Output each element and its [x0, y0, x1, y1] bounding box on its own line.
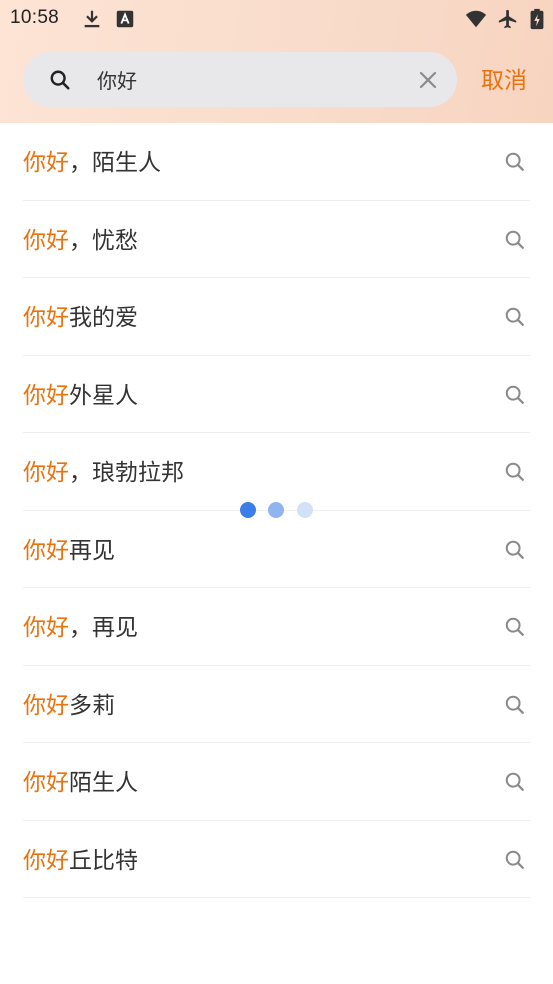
suggestion-highlight: 你好 — [23, 149, 69, 175]
suggestion-highlight: 你好 — [23, 846, 69, 873]
suggestion-rest: 再见 — [69, 536, 115, 563]
suggestion-rest: ，忧愁 — [69, 226, 138, 253]
download-icon — [81, 8, 103, 30]
loading-dot — [297, 502, 313, 518]
list-item[interactable]: 你好陌生人 — [23, 743, 530, 821]
wifi-icon — [464, 8, 488, 30]
list-item[interactable]: 你好，陌生人 — [23, 123, 530, 201]
a-box-icon — [114, 8, 136, 30]
suggestion-text: 你好外星人 — [23, 379, 138, 411]
suggestion-text: 你好，再见 — [23, 611, 138, 643]
suggestion-text: 你好丘比特 — [23, 844, 138, 876]
status-bar: 10:58 — [0, 0, 553, 37]
status-time: 10:58 — [10, 7, 60, 28]
suggestion-text: 你好多莉 — [23, 689, 115, 721]
close-icon[interactable] — [418, 70, 438, 90]
suggestion-text: 你好，琅勃拉邦 — [23, 456, 184, 488]
suggestion-rest: ，陌生人 — [69, 149, 161, 175]
suggestion-text: 你好，忧愁 — [23, 224, 138, 256]
suggestion-rest: 多莉 — [69, 691, 115, 718]
suggestion-highlight: 你好 — [23, 304, 69, 330]
airplane-icon — [497, 8, 519, 30]
search-icon — [49, 69, 71, 91]
battery-charging-icon — [528, 8, 546, 30]
suggestion-rest: 陌生人 — [69, 769, 138, 795]
suggestion-text: 你好，陌生人 — [23, 146, 161, 178]
suggestion-text: 你好我的爱 — [23, 301, 138, 333]
suggestion-rest: 我的爱 — [69, 304, 138, 330]
list-item[interactable]: 你好，再见 — [23, 588, 530, 666]
search-icon — [504, 771, 526, 793]
suggestion-rest: 外星人 — [69, 381, 138, 408]
list-item[interactable]: 你好再见 — [23, 511, 530, 588]
suggestion-highlight: 你好 — [23, 769, 69, 795]
list-item[interactable]: 你好我的爱 — [23, 278, 530, 356]
suggestion-highlight: 你好 — [23, 459, 69, 485]
search-icon — [504, 306, 526, 328]
suggestion-highlight: 你好 — [23, 536, 69, 563]
suggestion-rest: ，再见 — [69, 614, 138, 640]
list-item[interactable]: 你好丘比特 — [23, 821, 530, 898]
search-icon — [504, 384, 526, 406]
list-item[interactable]: 你好外星人 — [23, 356, 530, 433]
search-icon — [504, 461, 526, 483]
suggestion-rest: 丘比特 — [69, 846, 138, 873]
suggestion-highlight: 你好 — [23, 226, 69, 253]
header-area: 10:58 取消 — [0, 0, 553, 123]
search-bar[interactable] — [23, 52, 457, 107]
suggestion-highlight: 你好 — [23, 381, 69, 408]
cancel-button[interactable]: 取消 — [481, 64, 527, 96]
list-item[interactable]: 你好多莉 — [23, 666, 530, 743]
loading-indicator — [240, 502, 314, 518]
search-icon — [504, 616, 526, 638]
suggestion-text: 你好再见 — [23, 534, 115, 566]
loading-dot — [240, 502, 256, 518]
list-item[interactable]: 你好，琅勃拉邦 — [23, 433, 530, 511]
search-icon — [504, 849, 526, 871]
search-icon — [504, 151, 526, 173]
suggestion-text: 你好陌生人 — [23, 766, 138, 798]
search-icon — [504, 694, 526, 716]
suggestion-highlight: 你好 — [23, 614, 69, 640]
search-icon — [504, 229, 526, 251]
suggestion-highlight: 你好 — [23, 691, 69, 718]
search-icon — [504, 539, 526, 561]
loading-dot — [268, 502, 284, 518]
list-item[interactable]: 你好，忧愁 — [23, 201, 530, 278]
search-input[interactable] — [97, 62, 397, 97]
suggestion-rest: ，琅勃拉邦 — [69, 459, 184, 485]
